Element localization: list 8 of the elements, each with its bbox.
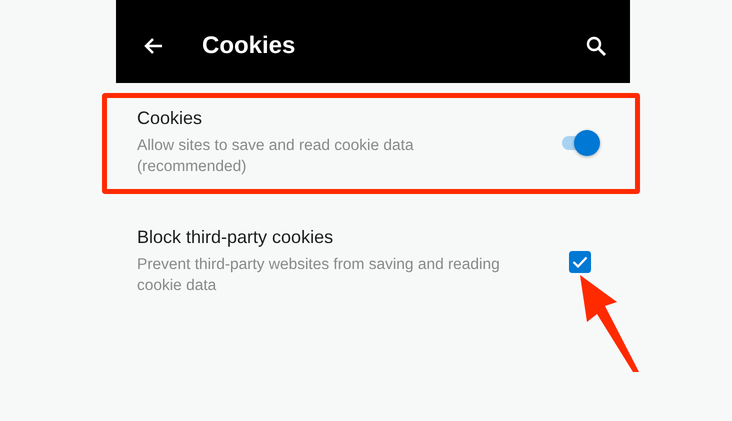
setting-title: Block third-party cookies: [137, 227, 334, 248]
setting-title: Cookies: [137, 108, 204, 129]
check-icon: [572, 256, 588, 268]
app-bar-title: Cookies: [202, 30, 296, 60]
setting-description: Allow sites to save and read cookie data (recommended): [137, 136, 415, 177]
checkbox[interactable]: [569, 250, 591, 272]
setting-description: Prevent third-party websites from saving and reading cookie data: [137, 255, 501, 296]
toggle-switch[interactable]: [560, 130, 600, 156]
